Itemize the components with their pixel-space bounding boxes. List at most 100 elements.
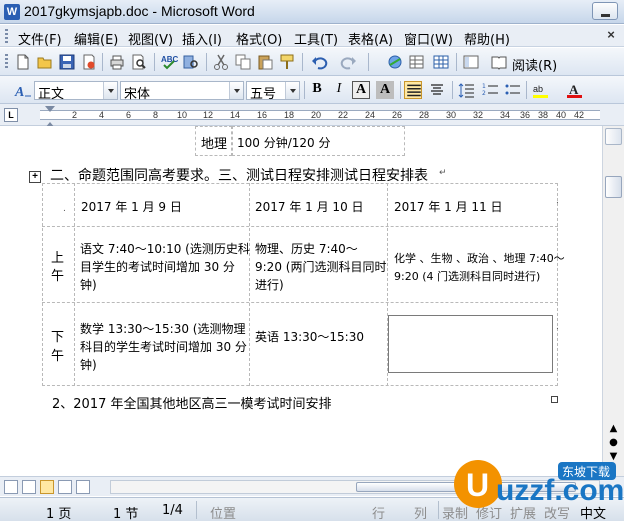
print-preview-icon[interactable] bbox=[130, 53, 148, 71]
ruler-tick: 22 bbox=[338, 110, 349, 120]
read-mode-label[interactable]: 阅读(R) bbox=[512, 55, 557, 74]
afternoon-label-1: 下 bbox=[51, 330, 65, 345]
vertical-scrollbar[interactable]: ▲ ● ▼ bbox=[602, 126, 624, 476]
spelling-icon[interactable]: ABC bbox=[160, 53, 178, 71]
status-position: 位置 bbox=[210, 507, 237, 521]
ruler-tick: 6 bbox=[126, 110, 132, 120]
formatting-toolbar: A 正文 宋体 五号 B I A A 12 ab A bbox=[0, 76, 624, 104]
styles-formatting-icon[interactable]: A bbox=[14, 81, 32, 99]
permission-icon[interactable] bbox=[80, 53, 98, 71]
menu-insert[interactable]: 插入(I) bbox=[182, 29, 222, 48]
morning-physics-line1: 物理、历史 7:40～ bbox=[255, 242, 358, 256]
chevron-down-icon[interactable] bbox=[103, 82, 117, 99]
hyperlink-icon[interactable] bbox=[386, 53, 404, 71]
minimize-button[interactable] bbox=[592, 2, 618, 20]
morning-physics-line2: 9:20 (两门选测科目同时 bbox=[255, 260, 387, 274]
normal-view-button[interactable] bbox=[4, 480, 18, 494]
menu-edit[interactable]: 编辑(E) bbox=[74, 29, 118, 48]
table-resize-handle[interactable] bbox=[551, 396, 558, 403]
paragraph-mark: ↵ bbox=[439, 168, 447, 178]
bullets-icon[interactable] bbox=[504, 81, 522, 99]
web-layout-button[interactable] bbox=[22, 480, 36, 494]
svg-text:ABC: ABC bbox=[161, 55, 178, 64]
morning-chinese-line1: 语文 7:40～10:10 (选测历史科 bbox=[80, 242, 250, 256]
cell-end-mark: . bbox=[63, 204, 66, 214]
svg-text:1: 1 bbox=[482, 83, 486, 90]
open-folder-icon[interactable] bbox=[36, 53, 54, 71]
character-shading-button[interactable]: A bbox=[376, 81, 394, 99]
font-size-dropdown[interactable]: 五号 bbox=[246, 81, 300, 102]
font-value: 宋体 bbox=[124, 87, 151, 102]
ruler-tick: 4 bbox=[99, 110, 105, 120]
toolbar-grip[interactable] bbox=[5, 54, 8, 70]
table-col-divider bbox=[249, 183, 250, 386]
character-border-button[interactable]: A bbox=[352, 81, 370, 99]
format-painter-icon[interactable] bbox=[278, 53, 296, 71]
word-app-icon[interactable]: W bbox=[4, 4, 20, 20]
menu-format[interactable]: 格式(O) bbox=[236, 29, 282, 48]
svg-text:ab: ab bbox=[533, 84, 543, 94]
save-icon[interactable] bbox=[58, 53, 76, 71]
first-line-indent-marker[interactable] bbox=[45, 106, 55, 117]
menu-tools[interactable]: 工具(T) bbox=[294, 29, 338, 48]
menu-table[interactable]: 表格(A) bbox=[348, 29, 393, 48]
prev-time-text: 100 分钟/120 分 bbox=[237, 136, 331, 150]
paste-icon[interactable] bbox=[256, 53, 274, 71]
cut-icon[interactable] bbox=[212, 53, 230, 71]
justify-align-button[interactable] bbox=[404, 81, 422, 99]
redo-icon[interactable] bbox=[340, 53, 358, 71]
tables-borders-icon[interactable] bbox=[408, 53, 426, 71]
print-layout-button[interactable] bbox=[40, 480, 54, 494]
ruler-tick: 26 bbox=[392, 110, 403, 120]
table-col-divider bbox=[74, 183, 75, 386]
center-align-button[interactable] bbox=[428, 81, 446, 99]
insert-table-icon[interactable] bbox=[432, 53, 450, 71]
new-document-icon[interactable] bbox=[14, 53, 32, 71]
research-icon[interactable] bbox=[182, 53, 200, 71]
highlight-icon[interactable]: ab bbox=[532, 81, 550, 99]
svg-text:U: U bbox=[466, 467, 489, 503]
copy-icon[interactable] bbox=[234, 53, 252, 71]
ruler-tick: 8 bbox=[153, 110, 159, 120]
chevron-down-icon[interactable] bbox=[229, 82, 243, 99]
row-end-mark: . bbox=[556, 250, 559, 260]
menu-file[interactable]: 文件(F) bbox=[18, 29, 62, 48]
outline-view-button[interactable] bbox=[58, 480, 72, 494]
chevron-down-icon[interactable] bbox=[285, 82, 299, 99]
prev-subject-text: 地理 bbox=[201, 137, 228, 152]
bold-button[interactable]: B bbox=[308, 81, 326, 99]
read-mode-icon[interactable] bbox=[490, 53, 508, 71]
title-bar[interactable]: W 2017gkymsjapb.doc - Microsoft Word bbox=[0, 0, 624, 24]
close-document-icon[interactable]: × bbox=[604, 28, 618, 42]
scroll-up-button[interactable] bbox=[605, 128, 622, 145]
afternoon-math-line2: 科目的学生考试时间增加 30 分 bbox=[80, 340, 247, 354]
font-size-value: 五号 bbox=[250, 87, 277, 102]
font-color-icon[interactable]: A bbox=[566, 81, 584, 99]
tab-stop-selector[interactable]: L bbox=[4, 108, 18, 122]
vertical-scroll-thumb[interactable] bbox=[605, 176, 622, 198]
horizontal-ruler[interactable]: L 2 4 6 8 10 12 14 16 18 20 22 24 26 28 … bbox=[0, 104, 624, 128]
status-page-of: 1/4 bbox=[162, 503, 183, 518]
menu-help[interactable]: 帮助(H) bbox=[464, 29, 510, 48]
menu-grip[interactable] bbox=[5, 29, 8, 43]
italic-button[interactable]: I bbox=[330, 81, 348, 99]
document-map-icon[interactable] bbox=[462, 53, 480, 71]
previous-page-icon[interactable]: ▲ bbox=[607, 422, 620, 435]
undo-icon[interactable] bbox=[310, 53, 328, 71]
numbering-icon[interactable]: 12 bbox=[482, 81, 500, 99]
style-dropdown[interactable]: 正文 bbox=[34, 81, 118, 102]
ruler-tick: 16 bbox=[257, 110, 268, 120]
print-icon[interactable] bbox=[108, 53, 126, 71]
ruler-tick: 40 bbox=[556, 110, 567, 120]
morning-chinese-line3: 钟) bbox=[80, 278, 97, 292]
reading-layout-button[interactable] bbox=[76, 480, 90, 494]
menu-view[interactable]: 视图(V) bbox=[128, 29, 173, 48]
morning-chinese-line2: 目学生的考试时间增加 30 分 bbox=[80, 260, 235, 274]
selected-empty-cell[interactable] bbox=[388, 315, 553, 373]
menu-window[interactable]: 窗口(W) bbox=[404, 29, 453, 48]
ruler-tick: 18 bbox=[284, 110, 295, 120]
font-dropdown[interactable]: 宋体 bbox=[120, 81, 244, 102]
morning-label-2: 午 bbox=[51, 269, 65, 284]
line-spacing-icon[interactable] bbox=[458, 81, 476, 99]
table-move-handle[interactable]: + bbox=[29, 171, 41, 183]
